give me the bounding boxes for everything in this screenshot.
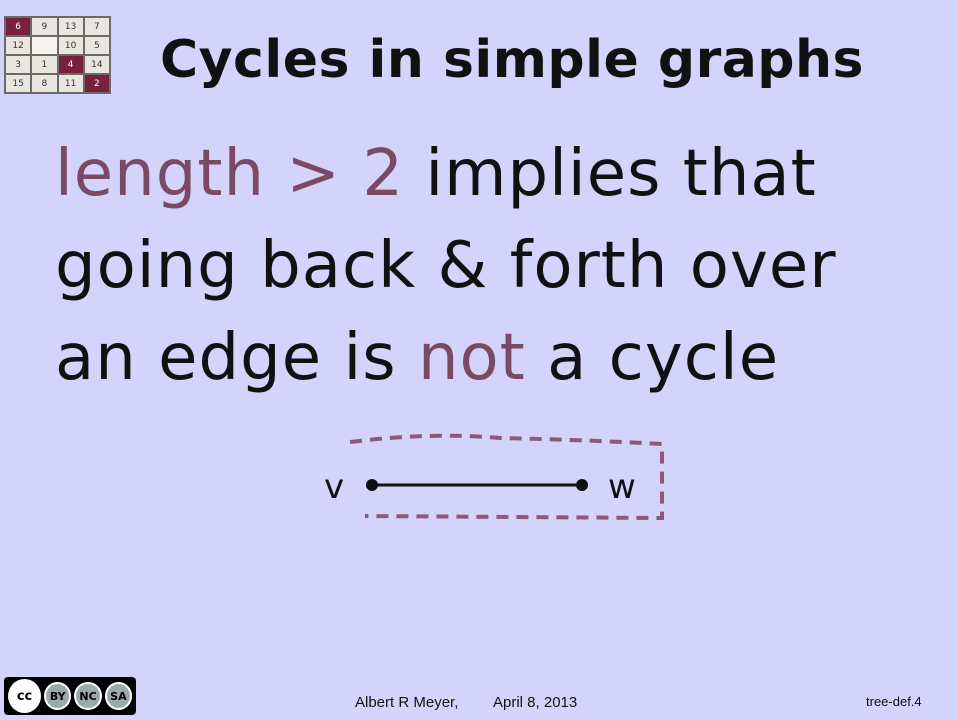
creative-commons-badge[interactable]: cc BY NC SA: [4, 677, 136, 715]
by-icon: BY: [44, 682, 72, 710]
not-emphasis: not: [417, 321, 526, 395]
body-line-3-b: a cycle: [525, 321, 780, 395]
edge-diagram: v w: [324, 433, 664, 521]
body-line-3-a: an edge is: [55, 321, 418, 395]
logo-cell: 11: [58, 75, 83, 92]
vertex-v-dot: [366, 479, 378, 491]
body-line-1-rest: implies that: [404, 137, 817, 211]
logo-cell: 13: [58, 18, 83, 35]
logo-cell: 9: [32, 18, 57, 35]
vertex-w-dot: [576, 479, 588, 491]
logo-cell: 6: [6, 18, 31, 35]
puzzle-logo: 6 9 13 7 12 10 5 3 1 4 14 15 8 11 2: [4, 16, 111, 94]
logo-cell: 4: [58, 56, 83, 73]
logo-cell: 14: [84, 56, 109, 73]
vertex-v-label: v: [324, 467, 344, 507]
footer-author: Albert R Meyer,: [355, 694, 459, 711]
logo-cell: 3: [6, 56, 31, 73]
logo-cell: 2: [84, 75, 109, 92]
body-line-2: going back & forth over: [55, 229, 837, 303]
footer-slide-ref: tree-def.4: [866, 694, 922, 709]
logo-cell: 8: [32, 75, 57, 92]
slide-body: length > 2 implies that going back & for…: [55, 128, 837, 404]
logo-cell: 7: [84, 18, 109, 35]
cc-icon: cc: [8, 679, 42, 713]
vertex-w-label: w: [608, 467, 636, 507]
logo-cell: 5: [84, 37, 109, 54]
slide-title: Cycles in simple graphs: [160, 30, 865, 90]
logo-cell: 1: [32, 56, 57, 73]
logo-cell: 15: [6, 75, 31, 92]
body-line-1: length > 2 implies that: [55, 128, 837, 220]
length-condition: length > 2: [55, 137, 405, 211]
logo-cell: 12: [6, 37, 31, 54]
logo-cell-blank: [32, 37, 57, 54]
body-line-3: an edge is not a cycle: [55, 312, 837, 404]
footer-date: April 8, 2013: [493, 694, 578, 711]
nc-icon: NC: [74, 682, 102, 710]
sa-icon: SA: [104, 682, 133, 710]
logo-cell: 10: [58, 37, 83, 54]
